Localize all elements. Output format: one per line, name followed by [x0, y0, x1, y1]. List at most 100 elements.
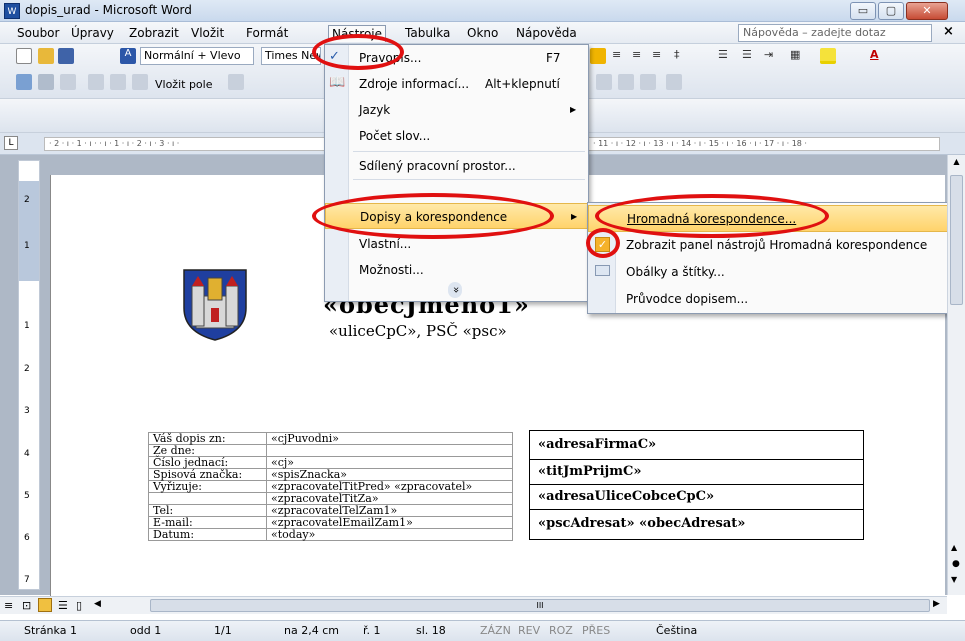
- highlight-icon[interactable]: [820, 48, 836, 64]
- word-doc-icon[interactable]: W: [4, 3, 20, 19]
- menu-item-letter-wizard[interactable]: Průvodce dopisem...: [588, 286, 963, 313]
- menu-zobrazit[interactable]: Zobrazit: [126, 25, 182, 41]
- vertical-scrollbar[interactable]: ▲ ▲ ● ▼: [947, 155, 965, 595]
- expand-menu-icon[interactable]: »: [448, 282, 463, 298]
- menu-item-word-count[interactable]: Počet slov...: [325, 123, 588, 149]
- indent-icon[interactable]: ⇥: [764, 48, 773, 61]
- table-label-cell[interactable]: [148, 492, 267, 505]
- table-value-cell[interactable]: «cj»: [266, 456, 513, 469]
- document-close-button[interactable]: ×: [943, 24, 954, 39]
- scroll-thumb[interactable]: [950, 175, 963, 305]
- insert-greeting-icon[interactable]: [110, 74, 126, 90]
- align-left-icon[interactable]: [590, 48, 606, 64]
- scroll-up-arrow-icon[interactable]: ▲: [950, 157, 963, 171]
- status-record[interactable]: ZÁZN: [480, 624, 511, 637]
- menu-soubor[interactable]: Soubor: [14, 25, 62, 41]
- table-value-cell[interactable]: «zpracovatelTitPred» «zpracovatel»: [266, 480, 513, 493]
- font-color-icon[interactable]: A: [870, 48, 879, 61]
- menu-napoveda[interactable]: Nápověda: [513, 25, 580, 41]
- table-value-cell[interactable]: «today»: [266, 528, 513, 541]
- next-page-icon[interactable]: ▼: [951, 575, 957, 584]
- browse-object-icon[interactable]: ●: [952, 559, 960, 569]
- table-value-cell[interactable]: «zpracovatelEmailZam1»: [266, 516, 513, 529]
- status-track-changes[interactable]: REV: [518, 624, 540, 637]
- menu-item-show-mail-merge-toolbar[interactable]: Zobrazit panel nástrojů Hromadná korespo…: [588, 232, 963, 259]
- table-row: E-mail: «zpracovatelEmailZam1»: [148, 516, 513, 529]
- table-label-cell[interactable]: Tel:: [148, 504, 267, 517]
- data-source-icon[interactable]: [38, 74, 54, 90]
- table-row: Tel: «zpracovatelTelZam1»: [148, 504, 513, 517]
- tab-stop-selector[interactable]: L: [4, 136, 18, 150]
- styles-icon[interactable]: A: [120, 48, 136, 64]
- recipient-line[interactable]: «adresaUliceCobceCpC»: [530, 485, 863, 510]
- table-value-cell[interactable]: [266, 444, 513, 457]
- print-layout-icon[interactable]: [38, 598, 52, 612]
- help-search-input[interactable]: Nápověda – zadejte dotaz: [738, 24, 932, 42]
- outline-view-icon[interactable]: ☰: [58, 599, 68, 612]
- menu-item-shared-workspace[interactable]: Sdílený pracovní prostor...: [325, 153, 588, 179]
- table-label-cell[interactable]: Vyřizuje:: [148, 480, 267, 493]
- vertical-ruler[interactable]: 2 1 1 2 3 4 5 6 7: [18, 160, 40, 590]
- reading-layout-icon[interactable]: ▯: [76, 599, 82, 612]
- recipient-line[interactable]: «titJmPrijmC»: [530, 460, 863, 485]
- menu-okno[interactable]: Okno: [464, 25, 501, 41]
- address-line[interactable]: «uliceCpC», PSČ «psc»: [329, 322, 507, 340]
- insert-merge-field-icon[interactable]: [132, 74, 148, 90]
- table-value-cell[interactable]: «zpracovatelTitZa»: [266, 492, 513, 505]
- vruler-tick: 2: [24, 364, 30, 374]
- status-language[interactable]: Čeština: [656, 624, 697, 637]
- line-spacing-icon[interactable]: ‡: [674, 48, 680, 61]
- menu-upravy[interactable]: Úpravy: [68, 25, 117, 41]
- border-icon[interactable]: ▦: [790, 48, 800, 61]
- style-combo[interactable]: Normální + Vlevo: [140, 47, 254, 65]
- view-merged-data-icon[interactable]: [228, 74, 244, 90]
- justify-icon[interactable]: ≡: [652, 48, 661, 61]
- recipients-icon[interactable]: [60, 74, 76, 90]
- mail-merge-main-icon[interactable]: [16, 74, 32, 90]
- table-label-cell[interactable]: Váš dopis zn:: [148, 432, 267, 445]
- insert-field-button[interactable]: Vložit pole: [152, 77, 226, 95]
- horizontal-scrollbar[interactable]: ≡ ⊡ ☰ ▯ ◀ III ▶: [0, 596, 947, 614]
- table-label-cell[interactable]: Ze dne:: [148, 444, 267, 457]
- save-icon[interactable]: [58, 48, 74, 64]
- web-layout-icon[interactable]: ⊡: [22, 599, 31, 612]
- hscroll-thumb[interactable]: III: [150, 599, 930, 612]
- table-value-cell[interactable]: «spisZnacka»: [266, 468, 513, 481]
- maximize-button[interactable]: ▢: [878, 2, 904, 20]
- menu-tabulka[interactable]: Tabulka: [402, 25, 453, 41]
- scroll-left-arrow-icon[interactable]: ◀: [94, 599, 101, 609]
- table-value-cell[interactable]: «cjPuvodni»: [266, 432, 513, 445]
- table-label-cell[interactable]: Spisová značka:: [148, 468, 267, 481]
- menu-item-options[interactable]: Možnosti...: [325, 257, 588, 283]
- align-center-icon[interactable]: ≡: [612, 48, 621, 61]
- status-overtype[interactable]: PŘES: [582, 624, 610, 637]
- menu-item-research[interactable]: Zdroje informací... Alt+klepnutí: [325, 71, 588, 97]
- merge-to-email-icon[interactable]: [640, 74, 656, 90]
- table-value-cell[interactable]: «zpracovatelTelZam1»: [266, 504, 513, 517]
- menu-bar: Soubor Úpravy Zobrazit Vložit Formát Nás…: [0, 22, 965, 44]
- menu-vlozit[interactable]: Vložit: [188, 25, 227, 41]
- table-label-cell[interactable]: Číslo jednací:: [148, 456, 267, 469]
- open-folder-icon[interactable]: [38, 48, 54, 64]
- merge-to-fax-icon[interactable]: [666, 74, 682, 90]
- menu-item-envelopes-labels[interactable]: Obálky a štítky...: [588, 259, 963, 286]
- recipient-line[interactable]: «pscAdresat» «obecAdresat»: [530, 510, 863, 539]
- close-button[interactable]: ✕: [906, 2, 948, 20]
- table-label-cell[interactable]: Datum:: [148, 528, 267, 541]
- recipient-line[interactable]: «adresaFirmaC»: [530, 431, 863, 460]
- table-label-cell[interactable]: E-mail:: [148, 516, 267, 529]
- insert-address-icon[interactable]: [88, 74, 104, 90]
- merge-to-printer-icon[interactable]: [618, 74, 634, 90]
- scroll-right-arrow-icon[interactable]: ▶: [933, 599, 940, 609]
- normal-view-icon[interactable]: ≡: [4, 599, 13, 612]
- bullets-icon[interactable]: ☰: [742, 48, 752, 61]
- menu-format[interactable]: Formát: [243, 25, 305, 41]
- menu-item-language[interactable]: Jazyk ▶: [325, 97, 588, 123]
- new-document-icon[interactable]: [16, 48, 32, 64]
- numbering-icon[interactable]: ☰: [718, 48, 728, 61]
- merge-to-document-icon[interactable]: [596, 74, 612, 90]
- status-extend[interactable]: ROZ: [549, 624, 573, 637]
- align-right-icon[interactable]: ≡: [632, 48, 641, 61]
- minimize-button[interactable]: ▭: [850, 2, 876, 20]
- previous-page-icon[interactable]: ▲: [951, 543, 957, 552]
